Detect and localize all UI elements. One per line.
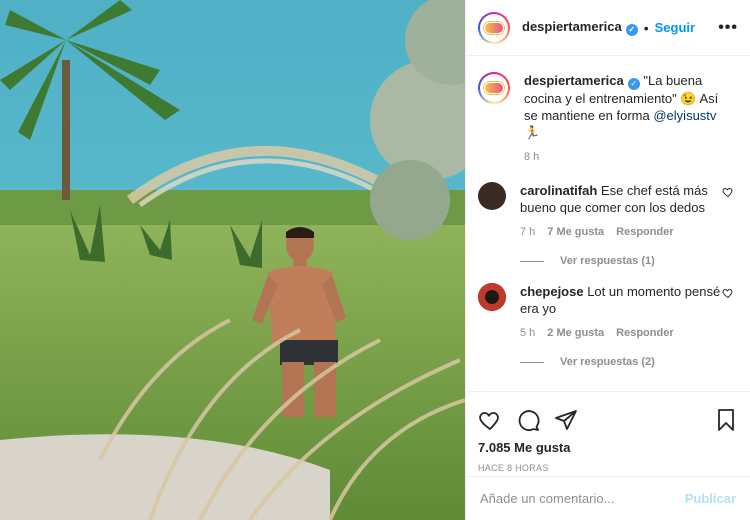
commenter-avatar[interactable] [478, 182, 506, 210]
comment-username[interactable]: carolinatifah [520, 183, 597, 198]
author-username-text[interactable]: despiertamerica [522, 19, 622, 34]
caption: despiertamerica ✓ "La buena cocina y el e… [478, 72, 738, 166]
heart-icon[interactable] [478, 408, 502, 432]
commenter-avatar[interactable] [478, 283, 506, 311]
comment-like-heart-icon[interactable] [722, 186, 734, 198]
reply-button[interactable]: Responder [616, 224, 673, 241]
view-replies-button[interactable]: Ver respuestas (1) [520, 255, 738, 267]
bookmark-icon[interactable] [714, 408, 738, 432]
post-timestamp[interactable]: HACE 8 HORAS [478, 463, 738, 473]
comment-likes[interactable]: 7 Me gusta [547, 224, 604, 241]
share-icon[interactable] [554, 408, 578, 432]
replies-line [520, 361, 544, 363]
replies-line [520, 260, 544, 262]
publish-button[interactable]: Publicar [685, 491, 736, 506]
post-actions: 7.085 Me gusta HACE 8 HORAS [466, 391, 750, 476]
caption-username[interactable]: despiertamerica [524, 73, 624, 88]
reply-button[interactable]: Responder [616, 325, 673, 342]
action-icons [478, 400, 738, 440]
caption-avatar[interactable] [478, 72, 510, 104]
add-comment-bar: Publicar [466, 476, 750, 520]
view-replies-label[interactable]: Ver respuestas (1) [560, 255, 655, 267]
comment-likes[interactable]: 2 Me gusta [547, 325, 604, 342]
comment-item: carolinatifah Ese chef está más bueno qu… [478, 182, 738, 267]
verified-badge-icon: ✓ [625, 24, 638, 36]
post-side-panel: despiertamerica ✓ • Seguir ••• despiertam… [465, 0, 750, 520]
comment-username[interactable]: chepejose [520, 284, 584, 299]
post-photo[interactable] [0, 0, 465, 520]
runner-emoji: 🏃 [524, 125, 541, 140]
view-replies-button[interactable]: Ver respuestas (2) [520, 356, 738, 368]
comment-like-heart-icon[interactable] [722, 287, 734, 299]
comment-input[interactable] [480, 491, 685, 506]
caption-time[interactable]: 8 h [524, 149, 539, 166]
post-image [0, 0, 465, 520]
comments-list[interactable]: despiertamerica ✓ "La buena cocina y el e… [466, 56, 750, 391]
comment-time[interactable]: 7 h [520, 224, 535, 241]
post-header: despiertamerica ✓ • Seguir ••• [466, 0, 750, 56]
brand-logo-icon [484, 21, 504, 34]
follow-button[interactable]: Seguir [655, 20, 695, 35]
verified-badge-icon: ✓ [627, 78, 640, 90]
brand-logo-icon [484, 82, 504, 94]
author-username[interactable]: despiertamerica ✓ [522, 19, 638, 36]
comment-item: chepejose Lot un momento pensé era yo 5 … [478, 283, 738, 368]
view-replies-label[interactable]: Ver respuestas (2) [560, 356, 655, 368]
more-options-icon[interactable]: ••• [718, 19, 738, 37]
separator-dot: • [643, 19, 649, 36]
author-avatar[interactable] [478, 11, 510, 44]
comment-icon[interactable] [516, 408, 540, 432]
likes-count[interactable]: 7.085 Me gusta [478, 440, 738, 455]
mention-link[interactable]: @elyisustv [653, 108, 716, 123]
comment-time[interactable]: 5 h [520, 325, 535, 342]
